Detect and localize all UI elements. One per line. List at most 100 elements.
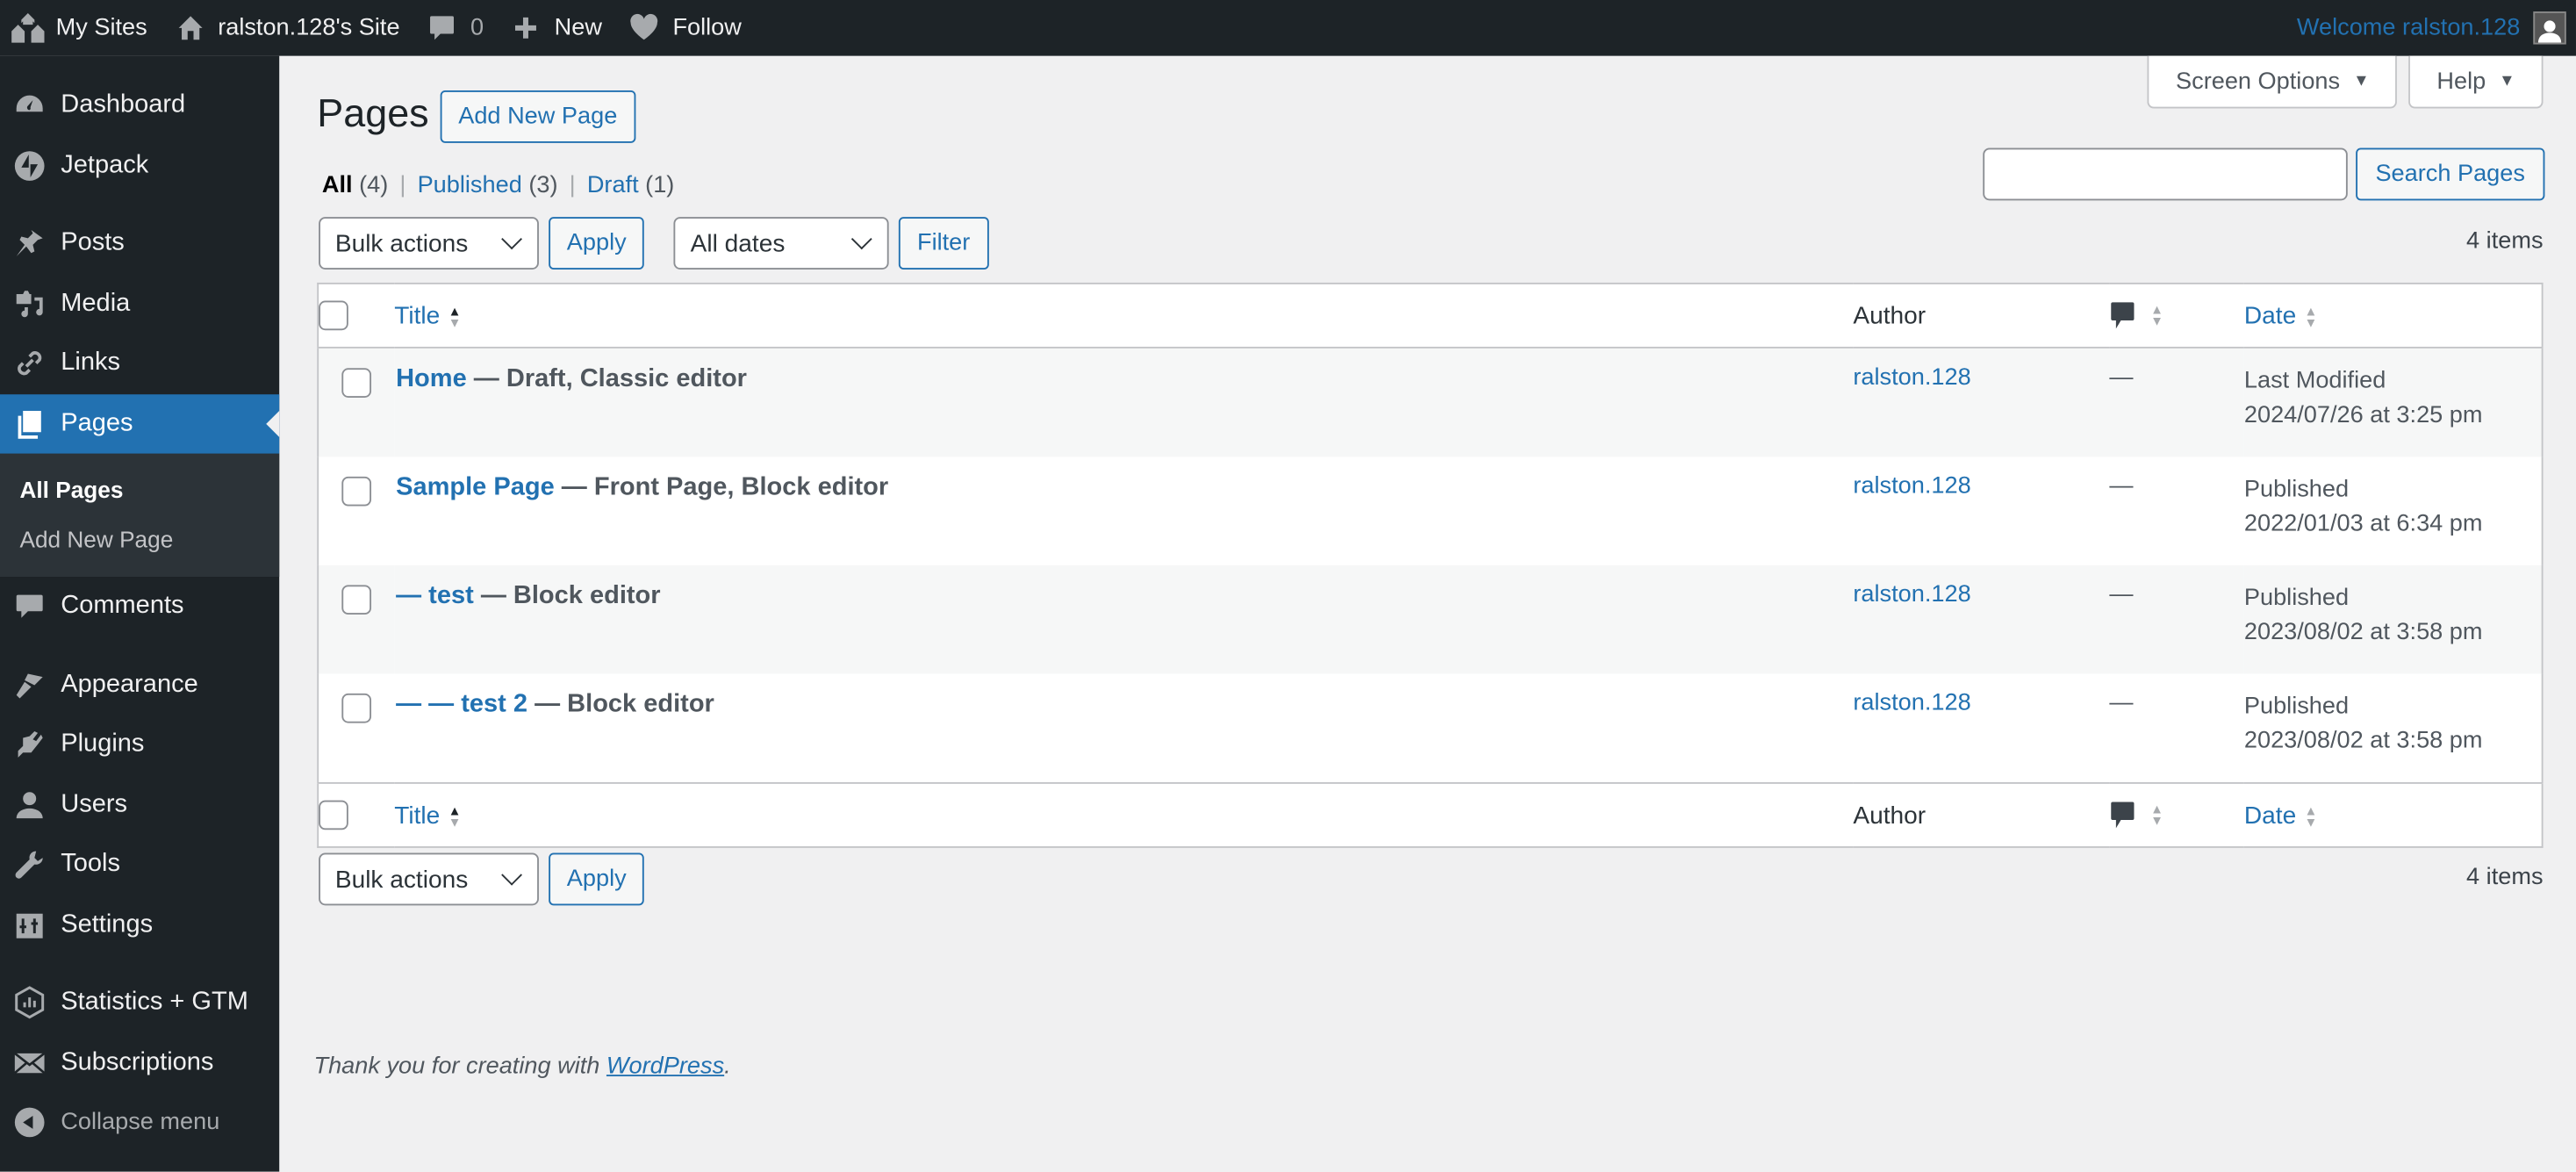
view-published-link[interactable]: Published	[418, 173, 522, 199]
submenu-all-pages[interactable]: All Pages	[0, 465, 279, 514]
title-column-footer[interactable]: Title ▲ ▼	[394, 781, 1854, 847]
sidebar-item-settings[interactable]: Settings	[0, 895, 279, 954]
page-title-link[interactable]: — — test 2	[396, 690, 527, 718]
account-menu[interactable]: Welcome ralston.128	[2297, 11, 2576, 45]
add-new-page-button[interactable]: Add New Page	[440, 90, 635, 143]
screen-options-button[interactable]: Screen Options ▼	[2148, 55, 2398, 109]
sort-icon: ▲ ▼	[2304, 303, 2318, 330]
select-all-cell	[318, 283, 395, 349]
comment-bubble-icon	[426, 11, 458, 44]
home-icon	[174, 11, 206, 44]
page-title-link[interactable]: Home	[396, 365, 467, 393]
screen-options-label: Screen Options	[2176, 68, 2341, 95]
view-all-link[interactable]: All	[322, 173, 353, 199]
title-column-header[interactable]: Title ▲ ▼	[394, 283, 1854, 349]
sidebar-item-posts[interactable]: Posts	[0, 213, 279, 273]
search-pages-button[interactable]: Search Pages	[2355, 147, 2545, 201]
select-all-checkbox[interactable]	[319, 300, 348, 331]
footer-text: Thank you for creating with	[313, 1053, 606, 1080]
sidebar-item-jetpack[interactable]: Jetpack	[0, 135, 279, 195]
sidebar-label: Links	[61, 349, 120, 377]
sidebar-item-media[interactable]: Media	[0, 274, 279, 334]
page-title-link[interactable]: — test	[396, 582, 474, 610]
comments-column-header[interactable]: ▲ ▼	[2109, 283, 2244, 349]
author-link[interactable]: ralston.128	[1853, 365, 1970, 392]
help-button[interactable]: Help ▼	[2408, 55, 2544, 109]
title-sort-link[interactable]: Title	[394, 301, 440, 329]
author-link[interactable]: ralston.128	[1853, 582, 1970, 608]
submenu-add-new-page[interactable]: Add New Page	[0, 514, 279, 564]
sidebar-item-subscriptions[interactable]: Subscriptions	[0, 1032, 279, 1092]
select-all-checkbox-bottom[interactable]	[319, 800, 348, 830]
footer-period: .	[724, 1053, 731, 1080]
sidebar-item-statistics[interactable]: Statistics + GTM	[0, 973, 279, 1032]
follow-label: Follow	[672, 14, 742, 41]
row-checkbox[interactable]	[341, 585, 372, 615]
page-title-link[interactable]: Sample Page	[396, 473, 555, 501]
sidebar-item-pages[interactable]: Pages	[0, 393, 280, 454]
dates-filter-select[interactable]: All dates	[673, 217, 890, 270]
plugin-icon	[13, 729, 46, 761]
items-count-bottom: 4 items	[2466, 864, 2544, 891]
pages-table: Title ▲ ▼ Author ▲ ▼ Date ▲ ▼ Home — Draft, C…	[317, 282, 2544, 848]
author-link[interactable]: ralston.128	[1853, 690, 1970, 716]
bulk-actions-select-bottom[interactable]: Bulk actions	[319, 852, 539, 906]
date-status: Published	[2243, 585, 2350, 612]
author-link[interactable]: ralston.128	[1853, 473, 1970, 500]
brush-icon	[13, 668, 46, 701]
table-row: Home — Draft, Classic editor ralston.128…	[318, 347, 2543, 457]
apply-button[interactable]: Apply	[549, 217, 645, 270]
sidebar-label: Jetpack	[61, 150, 149, 179]
wordpress-link[interactable]: WordPress	[606, 1053, 724, 1080]
author-column-footer: Author	[1853, 781, 2110, 847]
sort-icon: ▲ ▼	[2150, 802, 2164, 829]
sidebar-label: Pages	[61, 408, 133, 437]
follow-link[interactable]: Follow	[617, 0, 757, 56]
select-value: Bulk actions	[334, 865, 469, 894]
sidebar-item-plugins[interactable]: Plugins	[0, 715, 279, 774]
help-label: Help	[2436, 68, 2486, 95]
comments-count: —	[2109, 690, 2134, 717]
plus-icon	[510, 11, 542, 44]
row-checkbox[interactable]	[341, 368, 372, 398]
my-sites-link[interactable]: My Sites	[0, 0, 162, 56]
sidebar-item-users[interactable]: Users	[0, 775, 279, 835]
sidebar-item-dashboard[interactable]: Dashboard	[0, 75, 279, 135]
comment-icon	[2111, 302, 2135, 329]
row-checkbox[interactable]	[341, 693, 372, 723]
row-checkbox[interactable]	[341, 476, 372, 507]
view-count: (4)	[359, 172, 389, 199]
title-sort-link[interactable]: Title	[394, 802, 440, 830]
date-column-header[interactable]: Date ▲ ▼	[2243, 283, 2543, 349]
main-content: Screen Options ▼ Help ▼ Pages Add New Page…	[279, 55, 2576, 1172]
search-input[interactable]	[1983, 147, 2348, 201]
chevron-down-icon	[501, 228, 522, 250]
sidebar-item-appearance[interactable]: Appearance	[0, 655, 279, 715]
new-content-link[interactable]: New	[499, 0, 617, 56]
apply-button-bottom[interactable]: Apply	[549, 852, 645, 906]
collapse-icon	[13, 1106, 46, 1139]
date-column-footer[interactable]: Date ▲ ▼	[2243, 781, 2543, 847]
date-sort-link[interactable]: Date	[2244, 301, 2296, 329]
site-name-link[interactable]: ralston.128's Site	[162, 0, 415, 56]
sidebar-item-tools[interactable]: Tools	[0, 835, 279, 895]
collapse-label: Collapse menu	[61, 1109, 220, 1136]
bulk-actions-select[interactable]: Bulk actions	[319, 217, 539, 270]
comments-column-footer[interactable]: ▲ ▼	[2109, 781, 2244, 847]
date-status: Published	[2243, 476, 2350, 503]
sidebar-item-comments[interactable]: Comments	[0, 577, 279, 636]
sites-icon	[11, 11, 45, 44]
filter-button[interactable]: Filter	[899, 217, 988, 270]
comments-link[interactable]: 0	[414, 0, 499, 56]
collapse-menu-button[interactable]: Collapse menu	[0, 1093, 279, 1153]
date-sort-link[interactable]: Date	[2244, 802, 2296, 830]
envelope-icon	[13, 1046, 46, 1079]
sidebar-label: Posts	[61, 228, 125, 257]
sidebar-item-links[interactable]: Links	[0, 334, 279, 393]
tablenav-top: Bulk actions Apply All dates Filter	[319, 217, 988, 270]
sort-icon: ▲ ▼	[448, 303, 462, 330]
view-draft-link[interactable]: Draft	[587, 173, 639, 199]
pin-icon	[13, 227, 46, 260]
caret-down-icon: ▼	[2353, 72, 2370, 90]
separator: |	[569, 172, 576, 199]
